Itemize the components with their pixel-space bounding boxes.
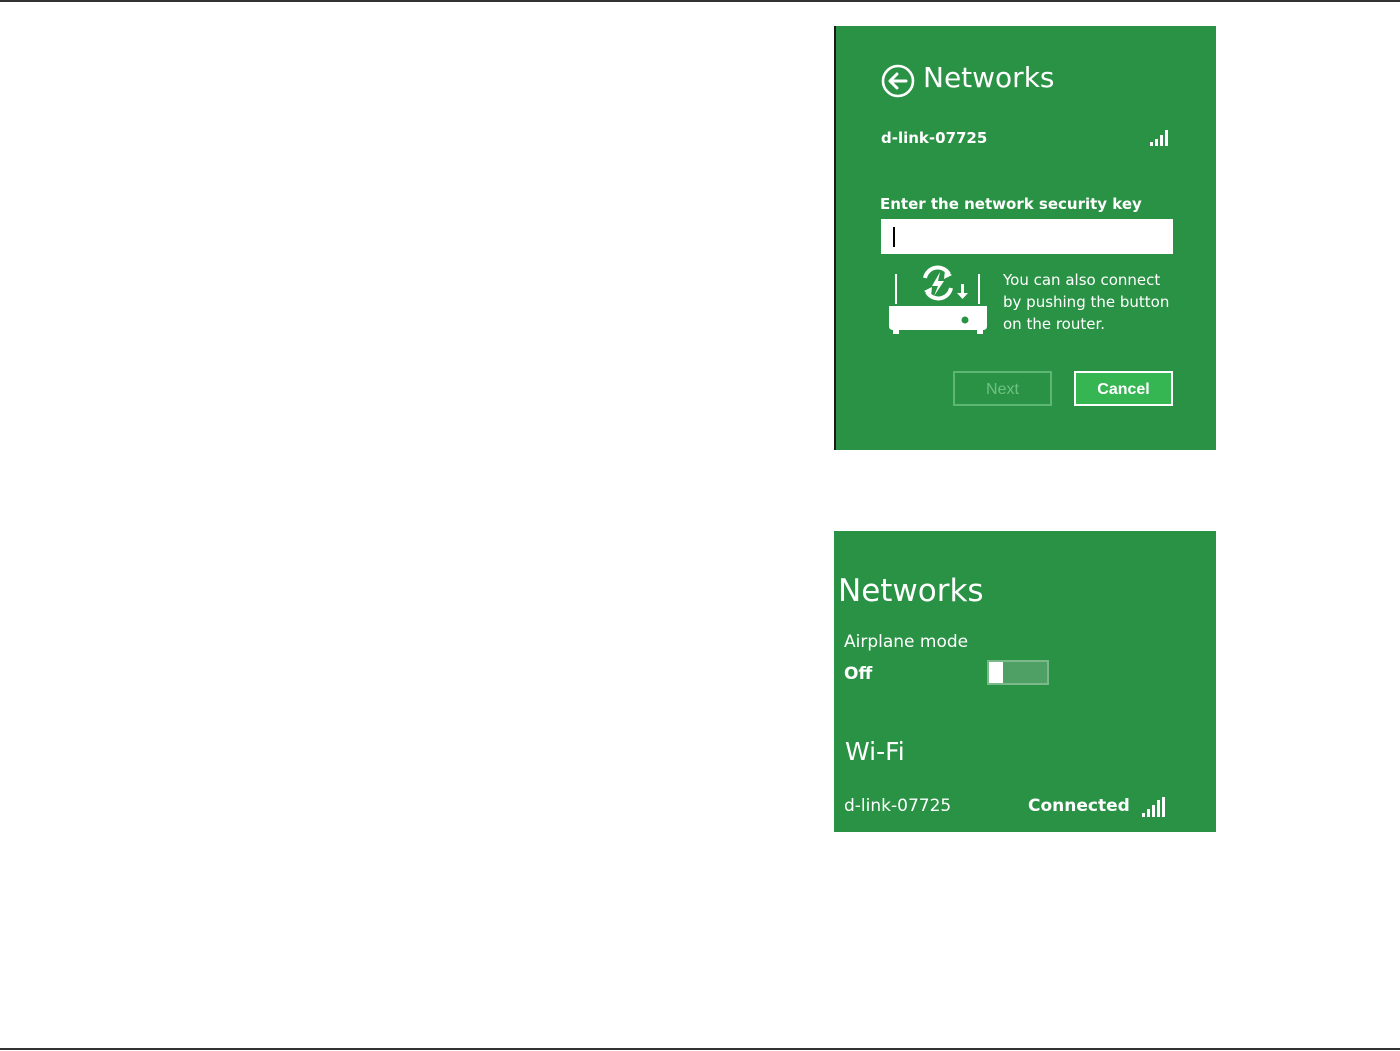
network-name: d-link-07725 — [881, 129, 988, 147]
bottom-rule — [0, 1048, 1400, 1050]
airplane-mode-label: Airplane mode — [844, 632, 969, 652]
toggle-knob — [989, 662, 1003, 683]
network-connect-panel: Networks d-link-07725 Enter the network … — [834, 26, 1216, 450]
networks-title: Networks — [838, 573, 984, 609]
wifi-signal-icon — [1150, 130, 1168, 146]
wifi-network-item[interactable]: d-link-07725 Connected — [834, 793, 1216, 821]
next-button[interactable]: Next — [953, 371, 1052, 406]
wifi-section-title: Wi-Fi — [845, 737, 905, 766]
wifi-connection-status: Connected — [1028, 796, 1130, 816]
back-arrow-icon[interactable] — [881, 64, 915, 98]
router-wps-icon — [889, 265, 987, 334]
cancel-button[interactable]: Cancel — [1074, 371, 1173, 406]
page: Networks d-link-07725 Enter the network … — [0, 0, 1400, 1051]
networks-panel: Networks Airplane mode Off Wi-Fi d-link-… — [834, 531, 1216, 832]
top-rule — [0, 0, 1400, 2]
wifi-network-name: d-link-07725 — [844, 796, 952, 816]
airplane-mode-state: Off — [844, 664, 873, 684]
security-key-input[interactable] — [881, 219, 1173, 254]
wps-hint-text: You can also connect by pushing the butt… — [1003, 271, 1170, 333]
text-caret — [893, 227, 895, 247]
airplane-mode-toggle[interactable] — [987, 660, 1049, 685]
security-key-label: Enter the network security key — [880, 195, 1142, 213]
panel-title: Networks — [923, 61, 1055, 94]
wifi-signal-icon — [1142, 797, 1165, 817]
